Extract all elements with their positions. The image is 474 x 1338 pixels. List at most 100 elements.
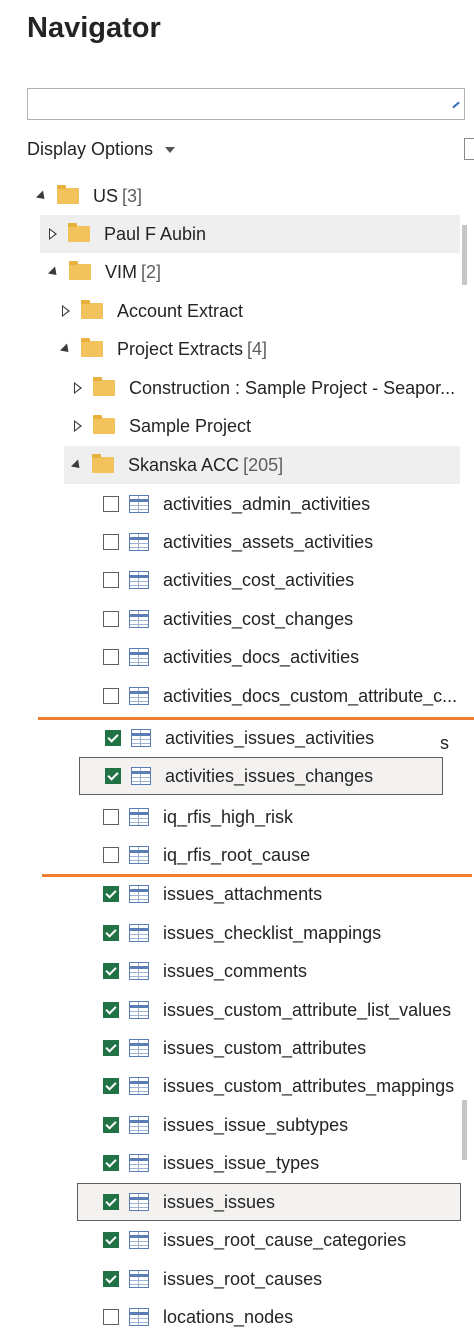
row-checkbox[interactable] [103,649,119,665]
row-checkbox[interactable] [103,1002,119,1018]
row-checkbox[interactable] [103,572,119,588]
table-row[interactable]: activities_docs_activities [103,638,359,676]
table-row[interactable]: issues_root_causes [103,1260,322,1298]
table-label: activities_docs_activities [163,646,360,667]
table-label: issues_attachments [163,883,323,904]
node-label: VIM [105,261,138,282]
table-row[interactable]: activities_issues_activities [105,719,374,757]
tree-node-account-extract[interactable]: Account Extract [59,292,243,330]
row-checkbox[interactable] [103,925,119,941]
refresh-button[interactable] [464,138,474,160]
table-icon [129,687,149,705]
table-row[interactable]: issues_issue_types [103,1144,319,1182]
row-checkbox[interactable] [103,688,119,704]
table-row[interactable]: activities_issues_changes [105,757,373,795]
expand-toggle[interactable] [59,342,73,356]
scrollbar-thumb-top[interactable] [462,225,467,285]
table-row[interactable]: activities_assets_activities [103,523,373,561]
page-title: Navigator [27,12,161,44]
table-label: activities_cost_activities [163,569,355,590]
expand-toggle[interactable] [59,304,73,318]
table-label: activities_assets_activities [163,531,374,552]
row-checkbox[interactable] [103,809,119,825]
table-label: issues_custom_attribute_list_values [163,999,452,1020]
table-icon [129,1193,149,1211]
table-label: issues_root_cause_categories [163,1229,407,1250]
tree-node-vim[interactable]: VIM [2] [47,253,161,291]
expand-toggle[interactable] [71,381,85,395]
table-icon [129,962,149,980]
folder-icon [69,261,91,280]
table-label: issues_checklist_mappings [163,922,382,943]
display-options-label: Display Options [27,139,154,159]
table-row[interactable]: activities_docs_custom_attribute_c... [103,677,457,715]
row-checkbox[interactable] [103,1040,119,1056]
tree-node-skanska-acc[interactable]: Skanska ACC [205] [64,446,460,484]
row-checkbox[interactable] [103,534,119,550]
folder-icon [81,300,103,319]
tree-node-us[interactable]: US [3] [35,177,142,215]
expand-toggle[interactable] [47,265,61,279]
table-icon [129,846,149,864]
chevron-down-icon [165,146,176,153]
node-count: [2] [141,261,162,282]
table-label: locations_nodes [163,1306,294,1327]
table-row[interactable]: locations_nodes [103,1298,293,1336]
table-label: iq_rfis_root_cause [163,844,311,865]
table-icon [129,885,149,903]
row-checkbox[interactable] [103,886,119,902]
table-row[interactable]: issues_attachments [103,875,322,913]
row-checkbox[interactable] [103,611,119,627]
row-checkbox[interactable] [103,847,119,863]
row-checkbox[interactable] [103,1271,119,1287]
table-row[interactable]: activities_admin_activities [103,485,370,523]
search-input[interactable] [27,88,465,120]
table-row[interactable]: issues_root_cause_categories [103,1221,406,1259]
node-count: [3] [122,185,143,206]
table-row[interactable]: issues_checklist_mappings [103,914,381,952]
table-row[interactable]: issues_custom_attributes [103,1029,366,1067]
table-row[interactable]: issues_comments [103,952,307,990]
table-icon [129,495,149,513]
row-checkbox[interactable] [103,496,119,512]
row-checkbox[interactable] [103,1117,119,1133]
table-icon [129,533,149,551]
expand-toggle[interactable] [35,189,49,203]
table-icon [129,1039,149,1057]
expand-toggle[interactable] [46,227,60,241]
row-checkbox[interactable] [105,768,121,784]
expand-toggle[interactable] [71,419,85,433]
row-checkbox[interactable] [103,1155,119,1171]
row-checkbox[interactable] [103,1078,119,1094]
row-checkbox[interactable] [103,1309,119,1325]
table-label: activities_cost_changes [163,608,354,629]
table-label: issues_custom_attributes [163,1037,367,1058]
row-checkbox[interactable] [103,1232,119,1248]
scrollbar-thumb-bottom[interactable] [462,1100,467,1160]
node-label: Construction : Sample Project - Seapor..… [129,377,456,398]
expand-toggle[interactable] [70,458,84,472]
table-row[interactable]: issues_issues [103,1183,275,1221]
table-row[interactable]: issues_issue_subtypes [103,1106,348,1144]
table-row[interactable]: activities_cost_changes [103,600,353,638]
tree-node-construction[interactable]: Construction : Sample Project - Seapor..… [71,369,455,407]
table-label: iq_rfis_high_risk [163,806,294,827]
table-row[interactable]: iq_rfis_high_risk [103,798,293,836]
folder-icon [93,377,115,396]
table-row[interactable]: activities_cost_activities [103,561,354,599]
table-label: activities_issues_changes [165,765,374,786]
table-label: issues_issues [163,1191,276,1212]
table-row[interactable]: issues_custom_attribute_list_values [103,991,451,1029]
table-icon [131,767,151,785]
tree-node-sample-project[interactable]: Sample Project [71,407,251,445]
table-icon [129,1270,149,1288]
table-row[interactable]: issues_custom_attributes_mappings [103,1067,454,1105]
tree-node-project-extracts[interactable]: Project Extracts [4] [59,330,267,368]
table-row[interactable]: iq_rfis_root_cause [103,836,310,874]
display-options-dropdown[interactable]: Display Options [27,139,176,160]
row-checkbox[interactable] [105,730,121,746]
node-label: Paul F Aubin [104,223,207,244]
tree-node-paul-f-aubin[interactable]: Paul F Aubin [40,215,460,253]
row-checkbox[interactable] [103,963,119,979]
row-checkbox[interactable] [103,1194,119,1210]
